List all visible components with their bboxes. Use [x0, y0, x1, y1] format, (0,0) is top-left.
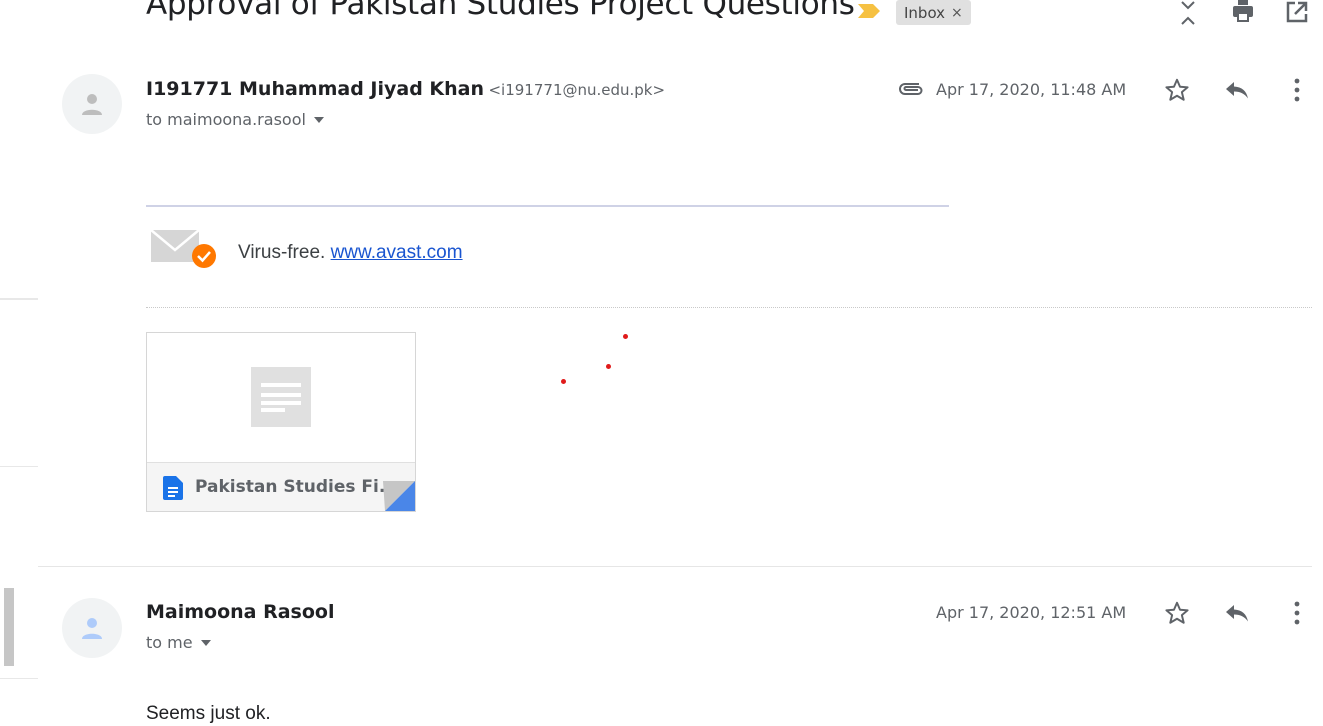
scrollbar-thumb[interactable] — [4, 588, 14, 666]
print-icon[interactable] — [1230, 0, 1256, 24]
recipient-text: to me — [146, 633, 193, 652]
document-preview-icon — [251, 367, 311, 427]
email-subject: Approval of Pakistan Studies Project Que… — [146, 0, 855, 22]
message-date: Apr 17, 2020, 11:48 AM — [936, 80, 1127, 99]
message-date: Apr 17, 2020, 12:51 AM — [936, 603, 1127, 622]
important-marker-icon[interactable] — [857, 3, 881, 19]
inbox-label-chip[interactable]: Inbox × — [896, 0, 971, 25]
star-icon[interactable] — [1162, 598, 1192, 628]
sender-name[interactable]: I191771 Muhammad Jiyad Khan — [146, 78, 484, 100]
avast-mail-icon — [150, 228, 218, 270]
message-separator — [38, 566, 1312, 567]
recipient-details[interactable]: to maimoona.rasool — [146, 110, 324, 129]
remove-label-icon[interactable]: × — [951, 5, 963, 21]
left-gutter-divider — [0, 678, 38, 679]
sender-avatar[interactable] — [62, 598, 122, 658]
page-corner-fold-icon — [383, 481, 415, 511]
more-options-icon[interactable] — [1282, 75, 1312, 105]
message-body: Seems just ok. — [146, 703, 271, 724]
more-options-icon[interactable] — [1282, 598, 1312, 628]
left-gutter-divider — [0, 298, 38, 300]
avast-link[interactable]: www.avast.com — [331, 242, 463, 263]
sender-avatar[interactable] — [62, 74, 122, 134]
reply-icon[interactable] — [1222, 598, 1252, 628]
virus-free-text: Virus-free. — [238, 242, 326, 263]
sender-line: I191771 Muhammad Jiyad Khan <i191771@nu.… — [146, 78, 665, 100]
open-in-new-window-icon[interactable] — [1284, 0, 1310, 25]
expand-collapse-icon[interactable] — [1175, 0, 1201, 26]
sender-name[interactable]: Maimoona Rasool — [146, 601, 335, 623]
google-docs-icon — [163, 476, 183, 500]
red-dot — [623, 334, 628, 339]
dropdown-arrow-icon[interactable] — [200, 639, 211, 646]
inbox-label-text: Inbox — [904, 3, 946, 22]
signature-divider — [146, 205, 949, 207]
sender-email: <i191771@nu.edu.pk> — [488, 81, 666, 99]
attachment-icon — [897, 80, 927, 98]
dropdown-arrow-icon[interactable] — [313, 116, 324, 123]
star-icon[interactable] — [1162, 75, 1192, 105]
dotted-divider — [146, 307, 1312, 308]
left-gutter-divider — [0, 466, 38, 467]
red-dot — [561, 379, 566, 384]
virus-free-line: Virus-free. www.avast.com — [238, 242, 463, 264]
recipient-text: to maimoona.rasool — [146, 110, 306, 129]
attachment-card[interactable]: Pakistan Studies Fi... — [146, 332, 416, 512]
reply-icon[interactable] — [1222, 75, 1252, 105]
red-dot — [606, 364, 611, 369]
recipient-details[interactable]: to me — [146, 633, 211, 652]
